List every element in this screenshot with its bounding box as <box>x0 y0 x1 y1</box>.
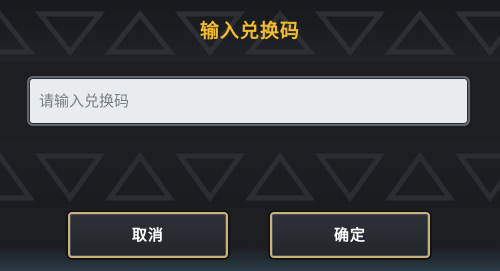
dialog-title: 输入兑换码 <box>199 20 300 42</box>
confirm-button[interactable]: 确定 <box>270 212 430 258</box>
redeem-code-input-box <box>27 76 470 126</box>
redeem-code-dialog: 输入兑换码 取消 确定 <box>0 0 500 271</box>
redeem-code-input[interactable] <box>29 78 468 124</box>
pattern-band <box>0 140 500 208</box>
triangle-pattern-middle <box>0 151 500 203</box>
cancel-button[interactable]: 取消 <box>68 212 228 258</box>
